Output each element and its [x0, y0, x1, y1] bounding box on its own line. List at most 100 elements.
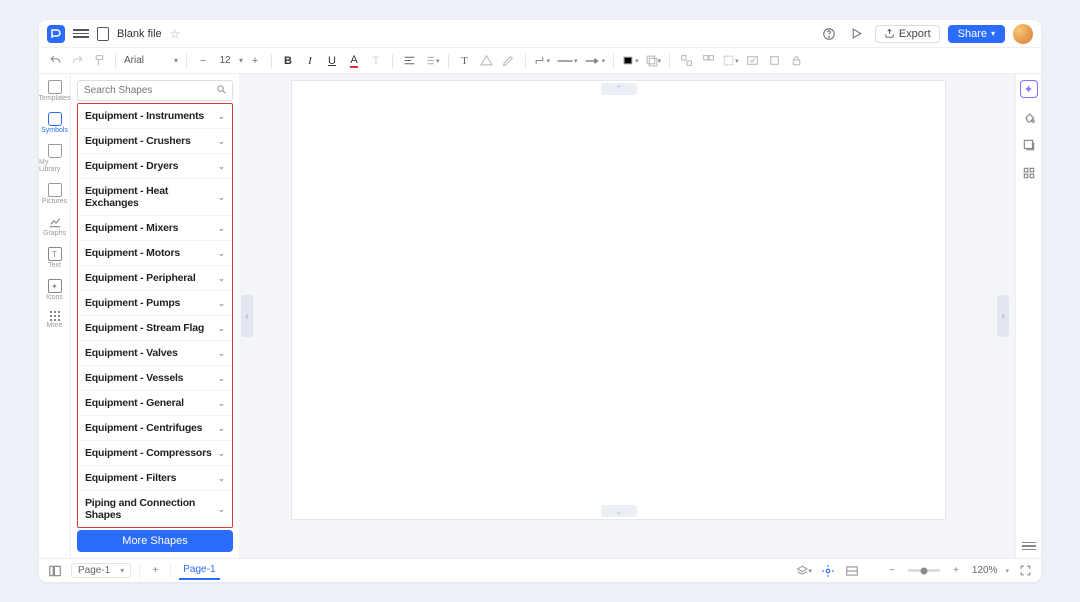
rail-text[interactable]: T Text: [39, 245, 70, 271]
favorite-star-icon[interactable]: ☆: [170, 27, 181, 41]
shape-category-item[interactable]: Equipment - Vessels⌄: [78, 366, 232, 391]
undo-icon[interactable]: [47, 52, 63, 70]
underline-button[interactable]: U: [324, 52, 340, 70]
format-painter-icon[interactable]: [91, 52, 107, 70]
paint-bucket-icon[interactable]: [1020, 108, 1038, 126]
shape-category-item[interactable]: Equipment - Crushers⌄: [78, 129, 232, 154]
italic-button[interactable]: I: [302, 52, 318, 70]
shape-category-label: Equipment - Heat Exchanges: [85, 185, 218, 209]
effects-icon[interactable]: ▾: [645, 52, 662, 70]
shape-tool-icon[interactable]: [479, 52, 495, 70]
line-style-icon[interactable]: ▾: [556, 52, 578, 70]
text-tool-icon[interactable]: T: [457, 52, 473, 70]
focus-mode-icon[interactable]: [820, 563, 836, 579]
group-icon[interactable]: [678, 52, 694, 70]
zoom-out-icon[interactable]: −: [884, 563, 900, 579]
help-icon[interactable]: [819, 24, 839, 44]
text-effect-button[interactable]: T: [368, 52, 384, 70]
select-icon[interactable]: ▾: [722, 52, 739, 70]
shape-category-item[interactable]: Equipment - Dryers⌄: [78, 154, 232, 179]
font-color-button[interactable]: A: [346, 52, 362, 70]
page-tab[interactable]: Page-1: [179, 561, 219, 580]
more-shapes-button[interactable]: More Shapes: [77, 530, 233, 552]
topbar: Blank file ☆ Export Share ▾: [39, 20, 1041, 48]
menu-icon[interactable]: [73, 29, 89, 38]
chevron-down-icon: ⌄: [218, 448, 225, 459]
rail-graphs[interactable]: Graphs: [39, 213, 70, 239]
rail-symbols[interactable]: Symbols: [39, 110, 70, 136]
crop-icon[interactable]: [767, 52, 783, 70]
bold-button[interactable]: B: [280, 52, 296, 70]
font-size-stepper[interactable]: − ▾ +: [195, 52, 263, 70]
shape-category-item[interactable]: Equipment - Heat Exchanges⌄: [78, 179, 232, 216]
decrease-font-icon[interactable]: −: [195, 52, 211, 70]
shape-category-item[interactable]: Equipment - Centrifuges⌄: [78, 416, 232, 441]
rail-my-library[interactable]: My Library: [39, 142, 70, 175]
increase-font-icon[interactable]: +: [247, 52, 263, 70]
file-title[interactable]: Blank file: [117, 28, 162, 40]
grid-icon[interactable]: [1020, 164, 1038, 182]
shape-category-list: Equipment - Instruments⌄Equipment - Crus…: [77, 103, 233, 528]
shape-category-item[interactable]: Equipment - Motors⌄: [78, 241, 232, 266]
ai-sparkle-icon[interactable]: ✦: [1020, 80, 1038, 98]
font-family-select[interactable]: Arial ▾: [124, 55, 178, 66]
chevron-down-icon[interactable]: ▾: [1005, 567, 1009, 575]
shape-category-item[interactable]: Equipment - Mixers⌄: [78, 216, 232, 241]
ruler-icon[interactable]: [844, 563, 860, 579]
statusbar: Page-1 ▾ + Page-1 ▾ − + 120% ▾: [39, 558, 1041, 582]
search-icon[interactable]: [216, 84, 227, 98]
page-select[interactable]: Page-1 ▾: [71, 563, 131, 578]
collapse-left-handle[interactable]: ‹: [241, 295, 253, 337]
rail-icons[interactable]: ✦ Icons: [39, 277, 70, 303]
canvas[interactable]: ⌃ ⌄: [291, 80, 946, 520]
zoom-value[interactable]: 120%: [972, 565, 998, 576]
lock-icon[interactable]: [789, 52, 805, 70]
shape-category-item[interactable]: Piping and Connection Shapes⌄: [78, 491, 232, 527]
fill-icon[interactable]: ▾: [622, 52, 639, 70]
canvas-area[interactable]: ⌃ ⌄ ›: [255, 74, 1015, 558]
zoom-in-icon[interactable]: +: [948, 563, 964, 579]
share-button[interactable]: Share ▾: [948, 25, 1005, 43]
redo-icon[interactable]: [69, 52, 85, 70]
rail-templates[interactable]: Templates: [39, 78, 70, 104]
shape-category-item[interactable]: Equipment - Pumps⌄: [78, 291, 232, 316]
panel-splitter[interactable]: ‹: [239, 74, 255, 558]
export-button[interactable]: Export: [875, 25, 940, 43]
font-size-input[interactable]: [215, 55, 235, 66]
search-shapes-input[interactable]: [77, 80, 233, 101]
shape-category-item[interactable]: Equipment - General⌄: [78, 391, 232, 416]
left-rail: Templates Symbols My Library Pictures Gr…: [39, 74, 71, 558]
shape-category-item[interactable]: Equipment - Compressors⌄: [78, 441, 232, 466]
canvas-top-handle[interactable]: ⌃: [601, 83, 637, 95]
avatar[interactable]: [1013, 24, 1033, 44]
align-left-icon[interactable]: [401, 52, 417, 70]
shape-category-item[interactable]: Equipment - Peripheral⌄: [78, 266, 232, 291]
outline-view-icon[interactable]: [47, 563, 63, 579]
play-icon[interactable]: [847, 24, 867, 44]
page-tab-label: Page-1: [183, 564, 215, 575]
zoom-slider[interactable]: [908, 569, 940, 572]
shape-category-item[interactable]: Equipment - Instruments⌄: [78, 104, 232, 129]
shape-category-item[interactable]: Equipment - Stream Flag⌄: [78, 316, 232, 341]
rail-item-label: Graphs: [43, 230, 66, 237]
pen-tool-icon[interactable]: [501, 52, 517, 70]
right-menu-icon[interactable]: [1022, 542, 1036, 551]
app-window: Blank file ☆ Export Share ▾ Arial ▾ −: [39, 20, 1041, 582]
add-page-button[interactable]: +: [148, 565, 162, 576]
list-icon[interactable]: ▾: [423, 52, 440, 70]
shape-category-item[interactable]: Equipment - Filters⌄: [78, 466, 232, 491]
shape-category-item[interactable]: Equipment - Valves⌄: [78, 341, 232, 366]
rail-pictures[interactable]: Pictures: [39, 181, 70, 207]
layers-icon[interactable]: [1020, 136, 1038, 154]
fullscreen-icon[interactable]: [1017, 563, 1033, 579]
ungroup-icon[interactable]: [700, 52, 716, 70]
collapse-right-handle[interactable]: ›: [997, 295, 1009, 337]
check-icon[interactable]: [745, 52, 761, 70]
connector-icon[interactable]: ▾: [534, 52, 551, 70]
canvas-bottom-handle[interactable]: ⌄: [601, 505, 637, 517]
arrow-style-icon[interactable]: ▾: [584, 52, 606, 70]
layers-toggle-icon[interactable]: ▾: [796, 563, 812, 579]
chevron-down-icon[interactable]: ▾: [239, 56, 243, 65]
app-logo-icon[interactable]: [47, 25, 65, 43]
rail-more[interactable]: More: [39, 309, 70, 331]
